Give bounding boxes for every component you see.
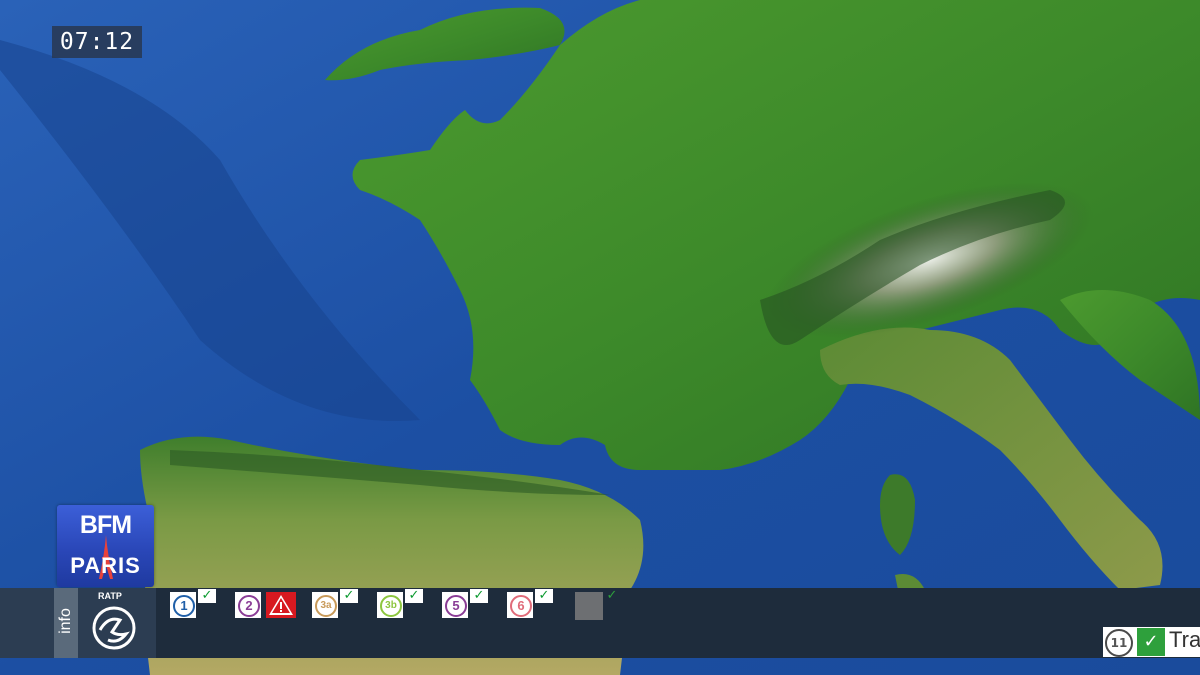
warning-triangle-icon [266, 592, 296, 618]
bfm-paris-logo: BFM PARIS [57, 505, 154, 587]
line-number: 11 [1105, 629, 1133, 657]
info-label-text: info [57, 608, 74, 634]
line-number: 2 [238, 595, 260, 617]
metro-line-badge: 3a [312, 592, 338, 618]
check-icon: ✓ [198, 589, 216, 603]
line-number: 1 [173, 595, 195, 617]
info-label: info [54, 588, 78, 658]
check-icon: ✓ [405, 589, 423, 603]
check-icon: ✓ [606, 588, 618, 603]
clock-display: 07:12 [52, 26, 142, 58]
check-icon: ✓ [1137, 628, 1165, 656]
satellite-map [0, 0, 1200, 675]
line-number: 5 [445, 595, 467, 617]
metro-line-badge: 2 [235, 592, 261, 618]
logo-text-paris: PARIS [70, 553, 141, 578]
check-icon: ✓ [535, 589, 553, 603]
scrolling-text: Tra [1169, 627, 1200, 652]
line-number: 6 [510, 595, 532, 617]
rer-line-item[interactable]: 11 ✓ Tra [1103, 627, 1200, 657]
metro-line-badge [575, 592, 603, 620]
metro-line-badge: 3b [377, 592, 403, 618]
metro-line-badge: 5 [442, 592, 468, 618]
metro-line-badge: 6 [507, 592, 533, 618]
check-icon: ✓ [470, 589, 488, 603]
ratp-logo-icon [92, 606, 136, 650]
line-number: 3a [315, 595, 337, 617]
check-icon: ✓ [340, 589, 358, 603]
metro-line-badge: 1 [170, 592, 196, 618]
line-number: 3b [380, 595, 402, 617]
ratp-label: RATP [98, 591, 122, 601]
